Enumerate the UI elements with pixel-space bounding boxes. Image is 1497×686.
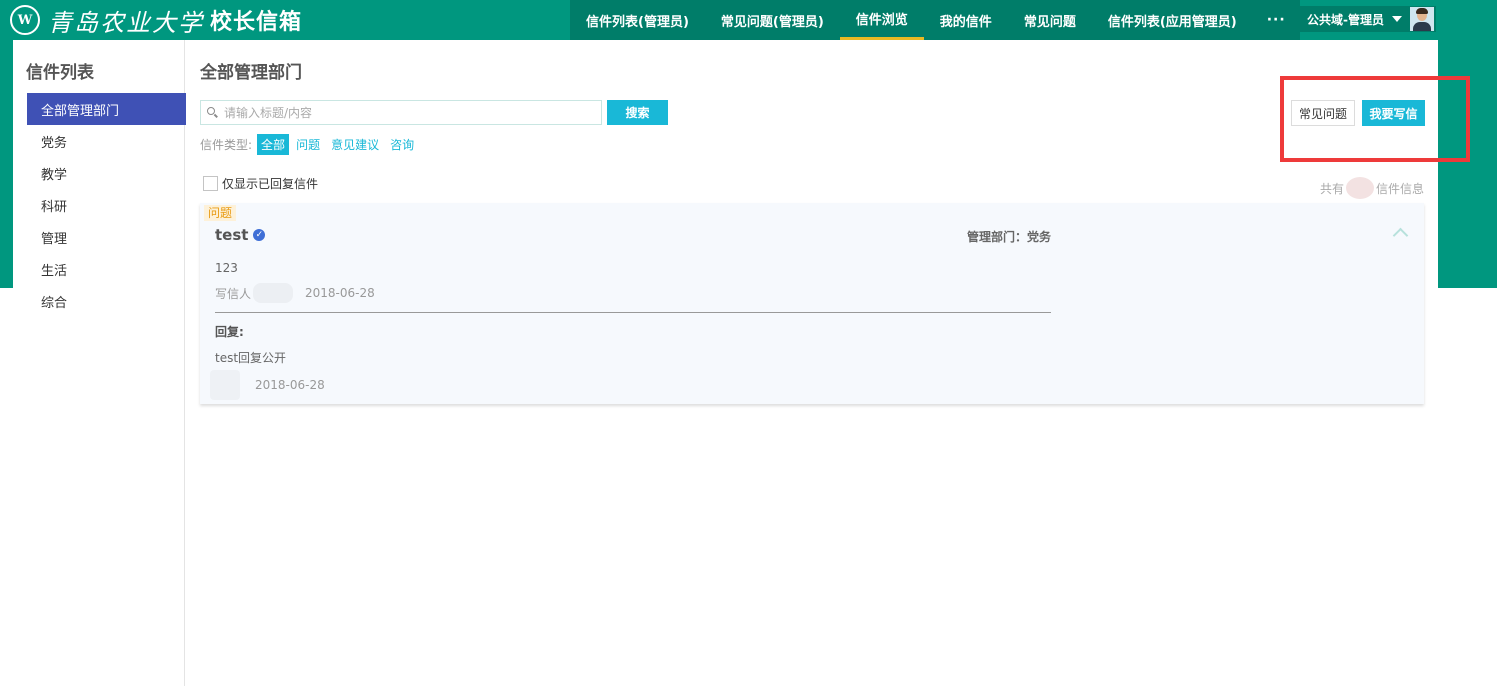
type-chip-question[interactable]: 问题 xyxy=(292,134,324,155)
type-chip-all[interactable]: 全部 xyxy=(257,133,290,155)
top-bar: W 青岛农业大学 校长信箱 信件列表(管理员) 常见问题(管理员) 信件浏览 我… xyxy=(0,0,1497,40)
sidebar-item-research[interactable]: 科研 xyxy=(27,189,186,221)
brand[interactable]: W 青岛农业大学 校长信箱 xyxy=(10,4,303,37)
search-input[interactable] xyxy=(224,102,594,123)
nav-item-faq[interactable]: 常见问题 xyxy=(1007,0,1092,40)
main-content: 全部管理部门 搜索 信件类型: 全部 问题 意见建议 咨询 常见问题 我要写信 … xyxy=(186,40,1470,686)
search-button[interactable]: 搜索 xyxy=(607,100,668,125)
sidebar-item-party-affairs[interactable]: 党务 xyxy=(27,125,186,157)
letter-type-badge: 问题 xyxy=(204,205,237,221)
letter-subject-text: test xyxy=(215,226,249,244)
reply-meta: 2018-06-28 xyxy=(210,370,325,400)
type-chip-suggestion[interactable]: 意见建议 xyxy=(327,134,383,155)
avatar xyxy=(1409,7,1434,31)
page-title: 全部管理部门 xyxy=(200,63,302,83)
university-logo-icon: W xyxy=(10,5,40,35)
reply-label: 回复: xyxy=(215,325,244,339)
verified-check-icon: ✓ xyxy=(253,229,266,241)
reply-date: 2018-06-28 xyxy=(255,378,325,392)
count-redacted xyxy=(1345,177,1374,199)
highlight-annotation xyxy=(1280,76,1470,162)
sidebar: 信件列表 全部管理部门 党务 教学 科研 管理 生活 综合 xyxy=(13,40,186,686)
nav-item-letter-list-app-admin[interactable]: 信件列表(应用管理员) xyxy=(1091,0,1253,40)
letter-type-label: 信件类型: xyxy=(200,137,253,152)
replied-only-label: 仅显示已回复信件 xyxy=(222,177,319,191)
count-suffix: 信件信息 xyxy=(1375,181,1424,196)
system-title: 校长信箱 xyxy=(210,10,303,35)
user-menu[interactable]: 公共域-管理员 xyxy=(1300,6,1436,32)
sidebar-item-life[interactable]: 生活 xyxy=(27,253,186,285)
sidebar-item-all-departments[interactable]: 全部管理部门 xyxy=(27,93,186,125)
replier-redacted xyxy=(210,370,240,400)
writer-label: 写信人 xyxy=(215,286,252,301)
sidebar-list: 全部管理部门 党务 教学 科研 管理 生活 综合 xyxy=(27,93,186,317)
search-icon xyxy=(207,106,219,119)
sidebar-title: 信件列表 xyxy=(26,63,94,83)
replied-only-filter[interactable]: 仅显示已回复信件 xyxy=(203,175,318,192)
caret-down-icon xyxy=(1391,16,1402,22)
letter-subject[interactable]: test ✓ xyxy=(215,226,266,244)
writer-name-redacted xyxy=(253,283,294,303)
type-chip-consult[interactable]: 咨询 xyxy=(386,134,418,155)
sidebar-item-general[interactable]: 综合 xyxy=(27,285,186,317)
search-box xyxy=(200,100,602,125)
letter-department: 管理部门：党务 xyxy=(967,230,1052,244)
letter-card[interactable]: 问题 test ✓ 管理部门：党务 123 写信人 2018-06-28 回复:… xyxy=(200,203,1424,404)
nav-item-faq-admin[interactable]: 常见问题(管理员) xyxy=(704,0,840,40)
letter-type-filter: 信件类型: 全部 问题 意见建议 咨询 xyxy=(200,133,421,155)
card-divider xyxy=(215,312,1051,313)
letter-date: 2018-06-28 xyxy=(305,286,375,300)
school-name: 青岛农业大学 xyxy=(48,8,204,37)
letter-count: 共有 信件信息 xyxy=(1320,177,1424,199)
nav-item-my-letters[interactable]: 我的信件 xyxy=(923,0,1008,40)
page-container: 信件列表 全部管理部门 党务 教学 科研 管理 生活 综合 全部管理部门 搜索 … xyxy=(13,40,1470,686)
nav-more-icon[interactable]: ··· xyxy=(1252,0,1300,40)
main-nav: 信件列表(管理员) 常见问题(管理员) 信件浏览 我的信件 常见问题 信件列表(… xyxy=(570,0,1300,40)
sidebar-item-teaching[interactable]: 教学 xyxy=(27,157,186,189)
letter-meta: 写信人 2018-06-28 xyxy=(215,283,375,303)
replied-only-checkbox[interactable] xyxy=(203,176,218,191)
nav-item-letter-browse[interactable]: 信件浏览 xyxy=(839,0,924,40)
reply-content: test回复公开 xyxy=(215,351,287,365)
collapse-chevron-up-icon[interactable] xyxy=(1392,225,1408,241)
sidebar-item-management[interactable]: 管理 xyxy=(27,221,186,253)
letter-content: 123 xyxy=(215,261,238,275)
user-name: 公共域-管理员 xyxy=(1307,12,1384,27)
nav-item-letter-list-admin[interactable]: 信件列表(管理员) xyxy=(570,0,705,40)
count-prefix: 共有 xyxy=(1319,181,1344,196)
